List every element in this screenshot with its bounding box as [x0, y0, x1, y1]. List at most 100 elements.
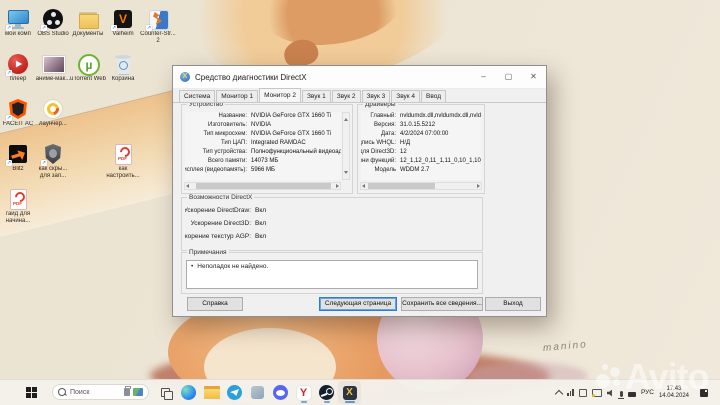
dxdiag-app-icon: X: [180, 72, 190, 82]
info-value: Полнофункциональный видеоадаптер: [251, 149, 341, 155]
info-row: Главный: nvldumdx.dll,nvldumdx.dll,nvldum…: [361, 112, 481, 121]
next-page-button[interactable]: Следующая страница: [319, 297, 397, 311]
search-highlight-map-icon: [133, 388, 143, 396]
minimize-button[interactable]: –: [471, 66, 496, 88]
desktop-icon-label: Valheim: [112, 31, 134, 37]
fox-artwork-head-shade: [257, 0, 407, 54]
tab-монитор-1[interactable]: Монитор 1: [216, 90, 259, 102]
desktop-icon-launcher[interactable]: лаунчер...: [35, 98, 71, 128]
device-horizontal-scrollbar[interactable]: [184, 182, 341, 190]
taskbar-task-view-icon[interactable]: [154, 381, 177, 404]
device-info-list: Название: NVIDIA GeForce GTX 1660 Ti Изгот…: [185, 112, 341, 180]
pc-icon: ↗: [6, 8, 29, 31]
directx-features-groupbox: Возможности DirectX Ускорение DirectDraw…: [181, 194, 483, 251]
info-value: Integrated RAMDAC: [251, 140, 306, 146]
desktop-icon-label: Документы: [72, 31, 104, 37]
save-all-button[interactable]: Сохранить все сведения...: [401, 297, 483, 311]
desktop-icon-documents-folder[interactable]: Документы: [70, 8, 106, 38]
desktop-icon-label: Blitz: [12, 166, 24, 172]
desktop-icon-this-pc[interactable]: ↗ мой комп: [0, 8, 36, 38]
tab-звук-4[interactable]: Звук 4: [391, 90, 421, 102]
help-button[interactable]: Справка: [187, 297, 243, 311]
photo-icon: [42, 53, 65, 75]
system-tray: РУС 17:43 14.04.2024: [555, 380, 708, 405]
tab-звук-3[interactable]: Звук 3: [361, 90, 391, 102]
tab-монитор-2[interactable]: Монитор 2: [259, 88, 301, 102]
secure-box-icon[interactable]: [578, 384, 587, 402]
taskbar-steam-icon[interactable]: [315, 381, 338, 404]
taskbar-file-explorer-icon[interactable]: [200, 381, 223, 404]
info-label: Всего памяти:: [207, 158, 247, 164]
desktop-icon-recycle-bin[interactable]: Корзина: [105, 53, 141, 83]
info-value: 4/2/2024 07:00:00: [400, 131, 449, 137]
pdf-icon: PDF: [112, 143, 134, 165]
desktop-icon-pdf-document-1[interactable]: PDF как настроить...: [105, 143, 141, 180]
microphone-icon[interactable]: [618, 384, 625, 402]
desktop-icon-blitz[interactable]: ↗ Blitz: [0, 143, 36, 173]
taskbar-discord-icon[interactable]: [269, 381, 292, 404]
desktop-icon-label: как скры... для зап...: [38, 166, 68, 179]
taskbar-apps: YX: [154, 381, 361, 404]
device-groupbox: Устройство Название: NVIDIA GeForce GTX 1…: [181, 101, 353, 194]
tab-ввод[interactable]: Ввод: [421, 90, 447, 102]
maximize-button[interactable]: ▢: [496, 66, 521, 88]
shortcut-arrow-icon: ↗: [146, 25, 152, 31]
clock-date: 14.04.2024: [658, 392, 689, 399]
desktop-icon-label: Корзина: [111, 76, 135, 82]
tab-strip: Система Монитор 1 Монитор 2 Звук 1 Звук 2 Зву…: [179, 88, 447, 102]
notification-center-icon[interactable]: [700, 388, 708, 397]
volume-icon[interactable]: [606, 384, 615, 402]
taskbar-edge-icon[interactable]: [177, 381, 200, 404]
info-label: DDI для Direct3D:: [361, 149, 396, 155]
info-row: Уровни функций: 12_1,12_0,11_1,11_0,10_1,…: [361, 157, 481, 166]
hidden-icons-chevron-icon[interactable]: [555, 384, 564, 402]
screen-capture-icon[interactable]: [591, 384, 602, 402]
start-button-icon[interactable]: [26, 387, 37, 398]
drivers-groupbox: Драйверы Главный: nvldumdx.dll,nvldumdx.d…: [357, 101, 485, 194]
search-input[interactable]: Поиск: [52, 384, 149, 400]
info-row: Изготовитель: NVIDIA: [185, 121, 341, 130]
desktop-icon-media-player[interactable]: ↗ плеер: [0, 53, 36, 83]
utorrent-icon: µ: [77, 53, 100, 76]
desktop-icon-tanks-game[interactable]: ↗ как скры... для зап...: [35, 143, 71, 180]
desktop-icon-faceit-ac[interactable]: ↗ FACEIT AC: [0, 98, 36, 128]
desktop-icon-label: мой комп: [5, 31, 31, 37]
desktop-icon-obs-studio[interactable]: ↗ OBS Studio: [35, 8, 71, 38]
desktop-icon-valheim[interactable]: V ↗ Valheim: [105, 8, 141, 38]
info-row: Тип устройства: Полнофункциональный видео…: [185, 148, 341, 157]
taskbar-dxdiag-icon[interactable]: X: [338, 381, 361, 404]
taskbar-gray-app-icon[interactable]: [246, 381, 269, 404]
exit-button[interactable]: Выход: [485, 297, 541, 311]
network-icon[interactable]: [567, 389, 574, 396]
taskbar-clock[interactable]: 17:43 14.04.2024: [659, 386, 689, 400]
taskbar-yandex-browser-icon[interactable]: Y: [292, 381, 315, 404]
info-value: Вкл: [255, 207, 267, 214]
info-row: Память дисплея (видеопамять): 5966 МБ: [185, 166, 341, 175]
info-label: Подпись WHQL:: [361, 140, 396, 146]
desktop-icon-label: как настроить...: [106, 166, 140, 179]
black-widget-icon[interactable]: [627, 384, 636, 402]
shortcut-arrow-icon: ↗: [41, 25, 47, 31]
desktop-icon-anime-image[interactable]: аниме-мак...: [35, 53, 71, 83]
tab-система[interactable]: Система: [179, 90, 216, 102]
window-titlebar[interactable]: X Средство диагностики DirectX – ▢ ✕: [173, 66, 546, 89]
notes-textbox[interactable]: • Неполадок не найдено.: [186, 260, 478, 289]
info-value: nvldumdx.dll,nvldumdx.dll,nvldumdx.d: [400, 113, 481, 119]
info-label: Тип микросхем:: [203, 131, 247, 137]
taskbar-telegram-icon[interactable]: [223, 381, 246, 404]
close-button[interactable]: ✕: [521, 66, 546, 88]
info-value: 31.0.15.5212: [400, 122, 436, 128]
tab-звук-2[interactable]: Звук 2: [331, 90, 361, 102]
info-label: Ускорение Direct3D:: [190, 220, 251, 227]
desktop-icon-utorrent-web[interactable]: µ uTorrent Web: [70, 53, 106, 83]
notes-bullet: •: [191, 263, 194, 270]
drivers-horizontal-scrollbar[interactable]: [360, 182, 482, 190]
notes-groupbox-title: Примечания: [187, 249, 229, 256]
active-indicator: [300, 401, 307, 403]
desktop-icon-counter-strike-2[interactable]: ↗ Counter-Str... 2: [140, 8, 176, 45]
tab-звук-1[interactable]: Звук 1: [301, 90, 331, 102]
info-label: Название:: [218, 113, 247, 119]
device-vertical-scrollbar[interactable]: [342, 112, 350, 180]
language-indicator[interactable]: РУС: [641, 389, 654, 396]
desktop-icon-pdf-document-2[interactable]: PDF гайд для начина...: [0, 188, 36, 225]
